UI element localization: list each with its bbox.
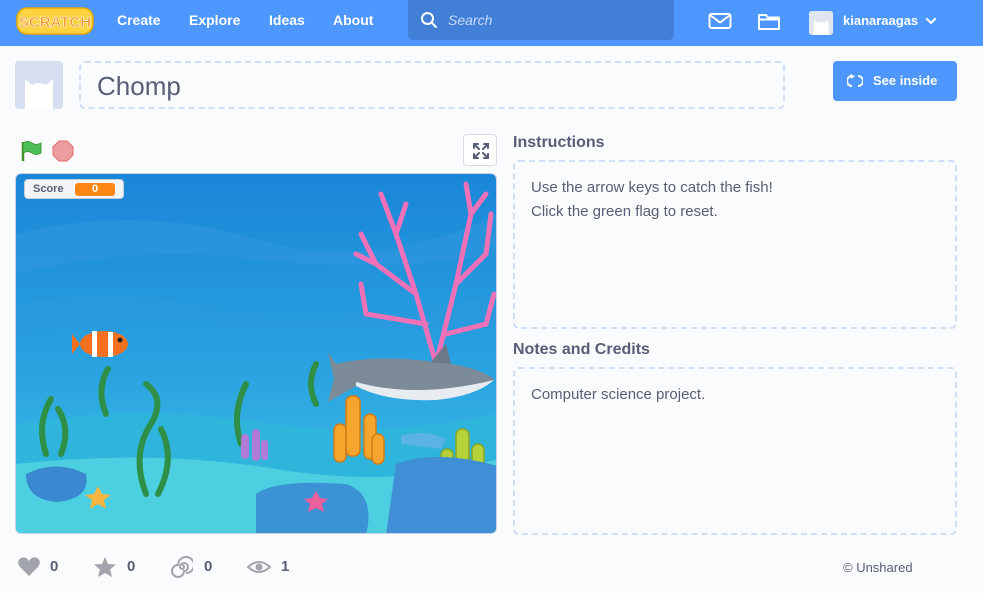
my-stuff-folder-icon[interactable] (757, 10, 781, 32)
project-author-avatar[interactable] (15, 61, 63, 109)
svg-text:SCRATCH: SCRATCH (19, 14, 91, 31)
messages-icon[interactable] (708, 10, 732, 32)
underwater-scene (16, 174, 496, 533)
notes-text: Computer science project. (531, 386, 706, 403)
share-status: © Unshared (843, 560, 913, 575)
remix-count: 0 (204, 558, 213, 575)
heart-icon[interactable] (17, 556, 41, 578)
chevron-down-icon[interactable] (925, 16, 937, 26)
instructions-line-1: Use the arrow keys to catch the fish! (531, 179, 773, 196)
view-count: 1 (281, 558, 290, 575)
fullscreen-button[interactable] (463, 134, 497, 166)
love-count: 0 (50, 558, 59, 575)
see-inside-label: See inside (873, 73, 938, 88)
search-placeholder: Search (448, 12, 493, 28)
search-input[interactable]: Search (408, 0, 674, 40)
green-flag-icon[interactable] (20, 140, 42, 162)
instructions-line-2: Click the green flag to reset. (531, 203, 718, 220)
stop-sign-icon[interactable] (52, 140, 74, 162)
remix-spiral-icon (171, 556, 193, 578)
eye-icon (247, 561, 271, 573)
favorite-count: 0 (127, 558, 136, 575)
notes-field[interactable]: Computer science project. (513, 367, 957, 535)
nav-about[interactable]: About (333, 12, 373, 28)
instructions-heading: Instructions (513, 134, 605, 151)
notes-heading: Notes and Credits (513, 341, 650, 358)
score-monitor: Score 0 (24, 179, 124, 199)
score-label: Score (33, 183, 64, 195)
cat-avatar-icon (15, 61, 63, 109)
scratch-logo[interactable]: SCRATCH (16, 6, 94, 36)
score-value: 0 (75, 183, 115, 196)
username-label[interactable]: kianaraagas (843, 13, 918, 28)
fullscreen-icon (473, 143, 489, 159)
project-title-field[interactable]: Chomp (79, 61, 785, 109)
instructions-field[interactable]: Use the arrow keys to catch the fish! Cl… (513, 160, 957, 329)
top-nav: SCRATCH Create Explore Ideas About Searc… (0, 0, 983, 46)
project-title: Chomp (97, 71, 181, 101)
nav-ideas[interactable]: Ideas (269, 12, 305, 28)
remix-arrows-icon (847, 74, 863, 87)
nav-create[interactable]: Create (117, 12, 161, 28)
cat-avatar-icon (809, 11, 833, 35)
user-avatar[interactable] (809, 11, 833, 35)
project-stage[interactable]: Score 0 (15, 173, 497, 534)
star-icon[interactable] (93, 556, 117, 578)
see-inside-button[interactable]: See inside (833, 61, 957, 101)
search-icon (421, 12, 437, 28)
nav-explore[interactable]: Explore (189, 12, 240, 28)
